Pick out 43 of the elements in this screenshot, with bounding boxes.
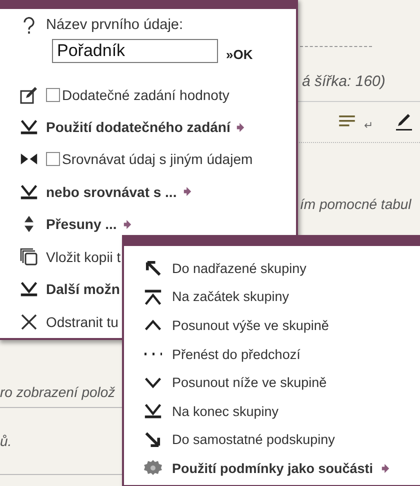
menu-item[interactable]: nebo srovnávat s ... (46, 184, 177, 200)
input-field[interactable]: Pořadník (52, 39, 218, 63)
menu-item[interactable]: Posunout výše ve skupině (172, 318, 329, 333)
menu-item[interactable]: Posunout níže ve skupině (172, 375, 327, 390)
menu-item[interactable]: Přesuny ... (46, 216, 117, 232)
gear-icon (144, 459, 162, 478)
menu-item[interactable]: Do samostatné podskupiny (172, 432, 335, 448)
arrow-right-icon (236, 122, 246, 132)
checkbox[interactable] (46, 152, 60, 166)
pencil-icon (395, 113, 413, 131)
chevron-bar-icon (20, 118, 38, 136)
chevron-bar-icon (144, 402, 162, 420)
menu-item[interactable]: Odstranit tu (46, 314, 118, 330)
edit-icon (20, 86, 38, 104)
menu-item[interactable]: Na konec skupiny (172, 404, 279, 419)
arrow-right-icon (122, 218, 132, 230)
return-symbol: ↵ (364, 118, 373, 132)
menu-item[interactable]: Vložit kopii t (46, 248, 121, 265)
ok-button[interactable]: »OK (226, 46, 253, 62)
menu-item[interactable]: Na začátek skupiny (172, 289, 290, 304)
hint-text: á šířka: 160) (302, 72, 386, 90)
menu-item[interactable]: Použití podmínky jako součásti (172, 460, 374, 476)
checkbox[interactable] (46, 88, 60, 102)
arrow-right-icon (381, 462, 390, 474)
close-icon (20, 312, 38, 331)
hint-text: ím pomocné tabul (300, 196, 412, 212)
menu-item[interactable]: Použití dodatečného zadání (46, 119, 230, 135)
field-label: Název prvního údaje: (46, 17, 184, 33)
hint-text: ů. (0, 433, 12, 449)
menu-item[interactable]: Dodatečné zadání hodnoty (62, 86, 230, 103)
menu-item[interactable]: Srovnávat údaj s jiným údajem (62, 151, 253, 168)
menu-item[interactable]: Přenést do předchozí (172, 346, 300, 362)
hint-text: ro zobrazení polož (0, 384, 116, 400)
arrow-right-icon (182, 186, 192, 198)
up-left-arrow-icon (144, 259, 162, 278)
bar-chevron-up-icon (144, 288, 162, 306)
down-right-arrow-icon (144, 430, 162, 449)
copy-icon (20, 248, 38, 266)
chevron-bar-icon (20, 182, 38, 201)
chevron-bar-icon (20, 280, 38, 298)
menu-item[interactable]: Další možn (46, 281, 120, 298)
menu-item[interactable]: Do nadřazené skupiny (172, 260, 306, 276)
ellipsis-icon (144, 352, 162, 356)
